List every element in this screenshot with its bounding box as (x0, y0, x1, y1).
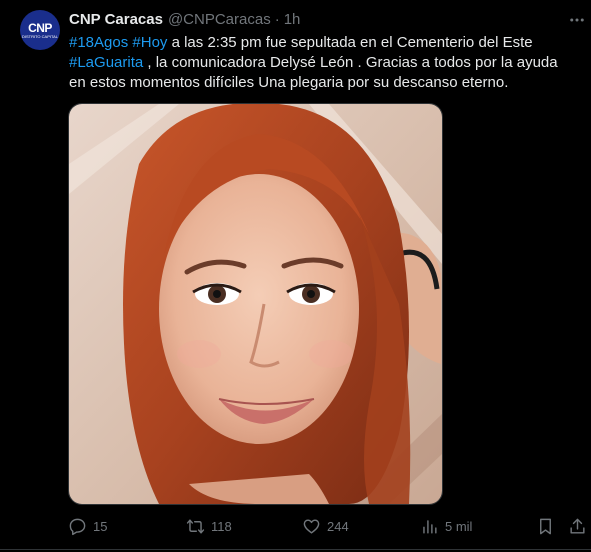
repost-button[interactable]: 118 (186, 514, 232, 538)
tweet-text-segment: , la comunicadora Delysé León . Gracias … (143, 54, 558, 71)
tweet-photo[interactable] (68, 103, 443, 505)
tweet-time[interactable]: 1h (284, 11, 301, 28)
repost-icon (186, 518, 205, 534)
like-icon (303, 518, 320, 534)
tweet[interactable]: CNP DISTRITO CAPITAL CNP Caracas @CNPCar… (0, 0, 591, 552)
tweet-text-line-3: en estos momentos difíciles Una plegaria… (69, 74, 509, 91)
views-icon (423, 519, 437, 534)
avatar-logo-subtext: DISTRITO CAPITAL (21, 33, 59, 39)
avatar[interactable]: CNP DISTRITO CAPITAL (20, 10, 60, 50)
tweet-header: CNP Caracas @CNPCaracas · 1h (69, 9, 300, 29)
repost-count: 118 (211, 518, 232, 534)
views-button[interactable]: 5 mil (420, 514, 472, 538)
tweet-text: #18Agos #Hoy a las 2:35 pm fue sepultada… (69, 33, 579, 93)
avatar-logo-text: CNP (28, 20, 52, 35)
hashtag-laguarita[interactable]: #LaGuarita (69, 54, 143, 71)
share-button[interactable] (568, 514, 587, 538)
author-name[interactable]: CNP Caracas (69, 11, 163, 28)
more-button[interactable] (567, 10, 587, 30)
like-count: 244 (327, 518, 349, 534)
like-button[interactable]: 244 (302, 514, 349, 538)
tweet-text-line-1: #18Agos #Hoy a las 2:35 pm fue sepultada… (69, 33, 579, 53)
bookmark-button[interactable] (536, 514, 555, 538)
reply-button[interactable]: 15 (68, 514, 107, 538)
tweet-divider (0, 549, 591, 550)
hashtag-hoy[interactable]: #Hoy (132, 34, 167, 51)
portrait-image (69, 104, 442, 504)
separator-dot: · (274, 10, 280, 28)
reply-count: 15 (93, 518, 108, 534)
share-icon (570, 518, 585, 534)
reply-icon (69, 518, 86, 535)
views-count: 5 mil (445, 518, 473, 534)
tweet-text-line-2: #LaGuarita , la comunicadora Delysé León… (69, 53, 579, 73)
bookmark-icon (540, 518, 551, 534)
tweet-text-segment: a las 2:35 pm fue sepultada en el Cement… (167, 34, 533, 51)
more-icon (570, 18, 584, 22)
author-handle[interactable]: @CNPCaracas (168, 11, 271, 28)
hashtag-18agos[interactable]: #18Agos (69, 34, 128, 51)
tweet-actions: 15 118 244 5 mil (68, 514, 588, 538)
